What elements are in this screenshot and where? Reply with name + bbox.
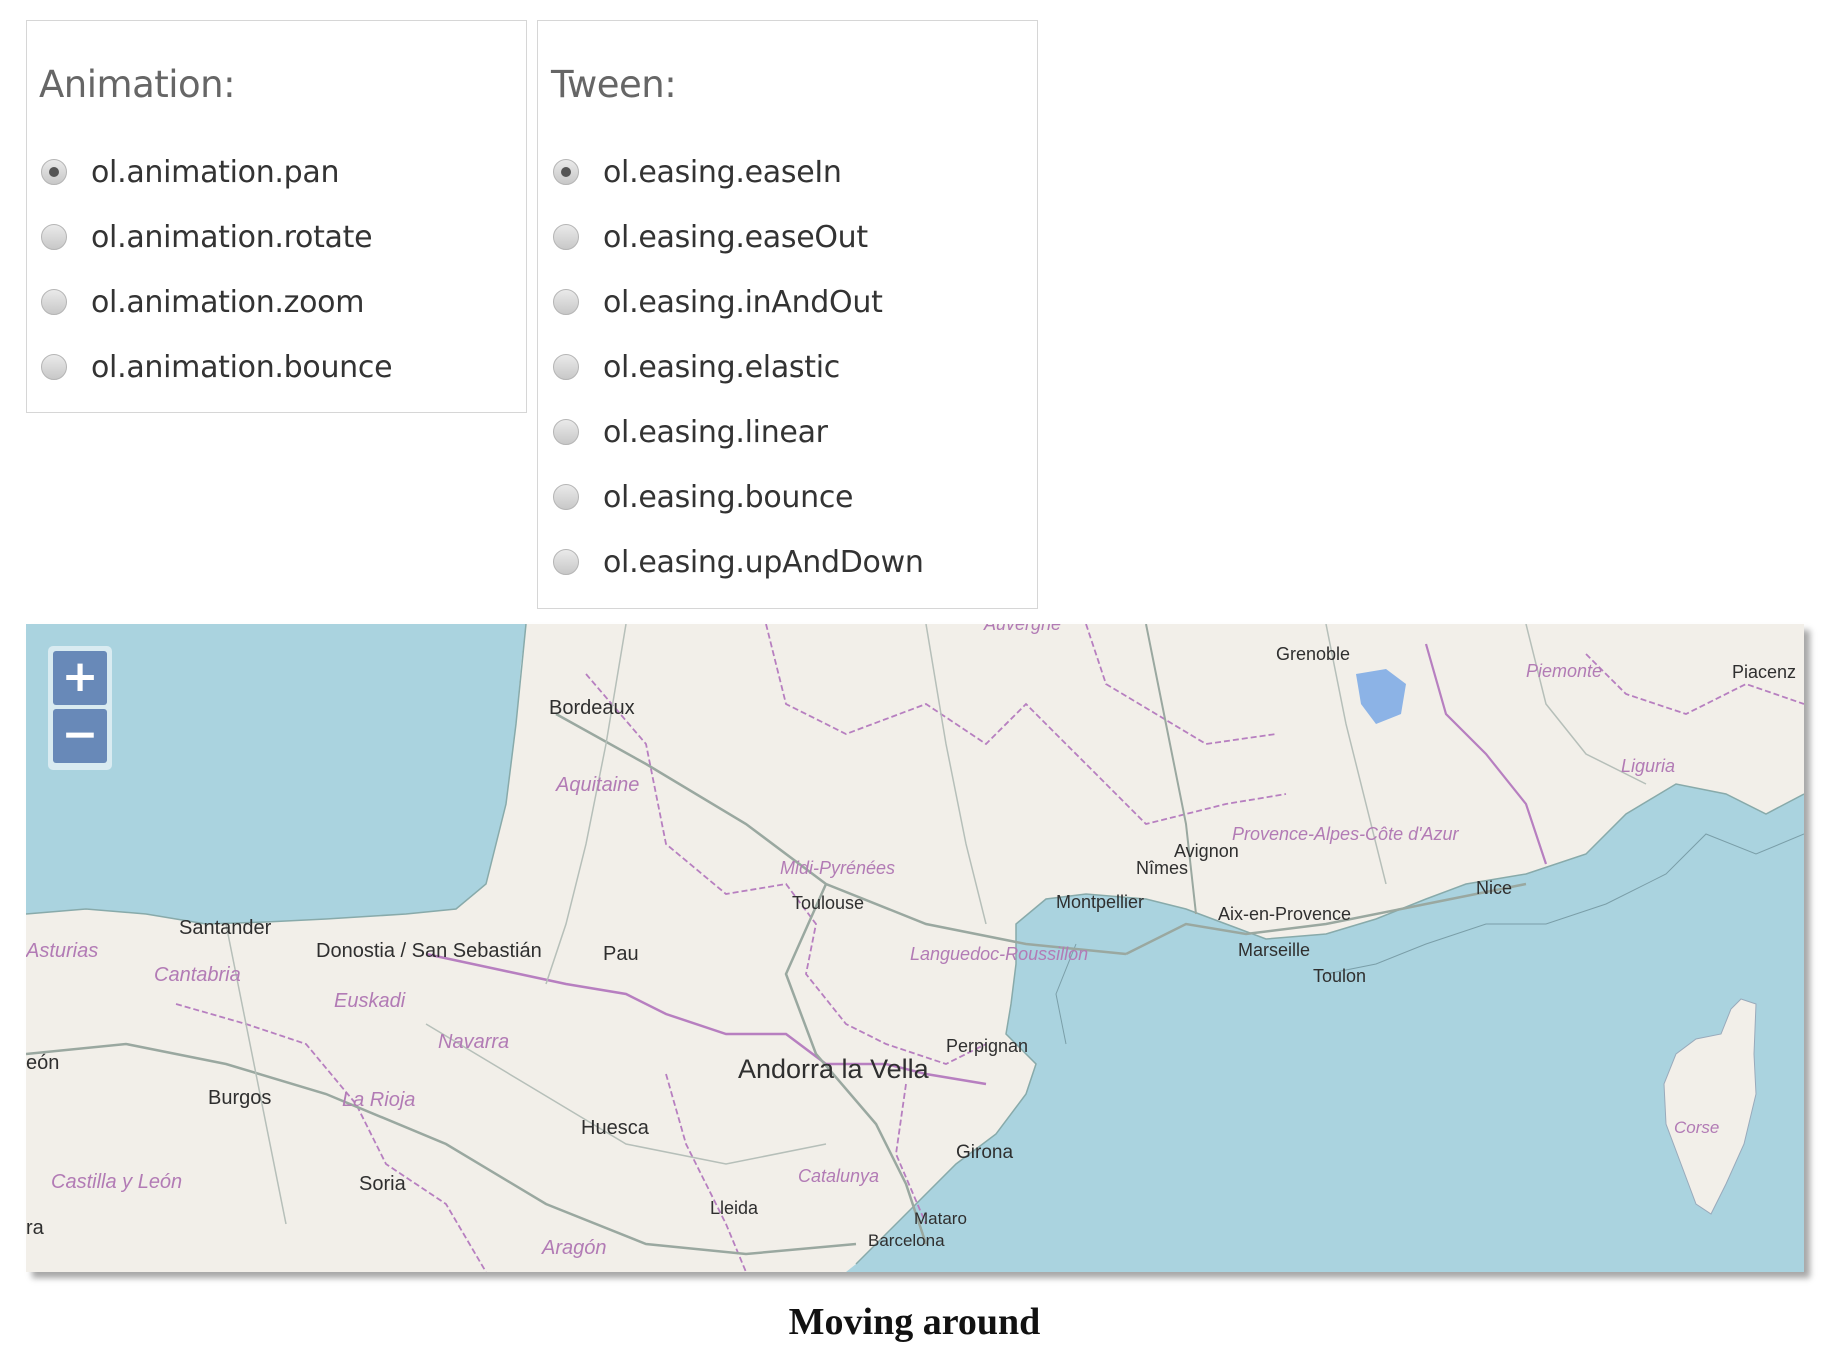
region-label: Midi-Pyrénées: [780, 858, 895, 878]
city-label: Toulon: [1313, 966, 1366, 986]
radio-easing-bounce[interactable]: [553, 484, 579, 510]
city-label: Andorra la Vella: [738, 1054, 930, 1084]
figure-caption: Moving around: [788, 1301, 1041, 1343]
region-label: Liguria: [1621, 756, 1675, 776]
city-label: Montpellier: [1056, 892, 1144, 912]
radio-easing-elastic[interactable]: [553, 354, 579, 380]
radio-easing-easein[interactable]: [553, 159, 579, 185]
city-label: Bordeaux: [549, 697, 635, 719]
option-label: ol.animation.bounce: [91, 349, 393, 385]
city-label: Lleida: [710, 1198, 759, 1218]
map-viewport[interactable]: Grenoble Piacenz Bordeaux Avignon Nîmes …: [26, 624, 1804, 1272]
city-label: Nîmes: [1136, 858, 1188, 878]
city-label: Piacenz: [1732, 662, 1796, 682]
region-label: Corse: [1674, 1118, 1719, 1137]
radio-easing-upanddown[interactable]: [553, 549, 579, 575]
region-label: Asturias: [26, 940, 98, 962]
option-label: ol.easing.upAndDown: [603, 544, 924, 580]
zoom-in-button[interactable]: +: [53, 651, 107, 705]
option-label: ol.animation.zoom: [91, 284, 365, 320]
radio-animation-rotate[interactable]: [41, 224, 67, 250]
city-label: Aix-en-Provence: [1218, 904, 1351, 924]
city-label: Donostia / San Sebastián: [316, 940, 542, 962]
radio-animation-bounce[interactable]: [41, 354, 67, 380]
region-label: Euskadi: [334, 990, 406, 1012]
city-label: Santander: [179, 917, 272, 939]
region-label: Languedoc-Roussillon: [910, 944, 1088, 964]
option-label: ol.easing.bounce: [603, 479, 854, 515]
city-label: Girona: [956, 1142, 1013, 1163]
region-label: Provence-Alpes-Côte d'Azur: [1232, 824, 1460, 844]
region-label: Aragón: [541, 1237, 607, 1259]
zoom-out-button[interactable]: −: [53, 709, 107, 763]
radio-easing-linear[interactable]: [553, 419, 579, 445]
region-label: Piemonte: [1526, 661, 1602, 681]
region-label: Cantabria: [154, 964, 241, 986]
region-label: La Rioja: [342, 1089, 415, 1111]
radio-animation-pan[interactable]: [41, 159, 67, 185]
city-label: eón: [26, 1052, 59, 1074]
option-label: ol.easing.inAndOut: [603, 284, 883, 320]
option-label: ol.animation.pan: [91, 154, 340, 190]
city-label: Toulouse: [792, 893, 864, 913]
option-label: ol.easing.linear: [603, 414, 828, 450]
city-label: Burgos: [208, 1087, 271, 1109]
animation-panel: Animation: ol.animation.pan ol.animation…: [26, 20, 527, 413]
region-label: Aquitaine: [555, 774, 639, 796]
map-canvas[interactable]: Grenoble Piacenz Bordeaux Avignon Nîmes …: [26, 624, 1804, 1272]
region-label: Navarra: [438, 1031, 509, 1053]
radio-animation-zoom[interactable]: [41, 289, 67, 315]
city-label: Perpignan: [946, 1036, 1028, 1056]
city-label: ra: [26, 1217, 45, 1239]
city-label: Marseille: [1238, 940, 1310, 960]
city-label: Soria: [359, 1173, 407, 1195]
radio-easing-inandout[interactable]: [553, 289, 579, 315]
option-label: ol.easing.easeIn: [603, 154, 842, 190]
city-label: Pau: [603, 943, 639, 965]
region-label: Auvergne: [983, 624, 1061, 634]
region-label: Castilla y León: [51, 1171, 182, 1193]
land-corsica: [1663, 998, 1757, 1215]
city-label: Huesca: [581, 1117, 650, 1139]
option-label: ol.easing.easeOut: [603, 219, 868, 255]
option-label: ol.animation.rotate: [91, 219, 373, 255]
city-label: Barcelona: [868, 1231, 945, 1250]
option-label: ol.easing.elastic: [603, 349, 840, 385]
tween-title: Tween:: [551, 63, 677, 106]
radio-easing-easeout[interactable]: [553, 224, 579, 250]
tween-panel: Tween: ol.easing.easeIn ol.easing.easeOu…: [537, 20, 1038, 609]
animation-title: Animation:: [39, 63, 236, 106]
city-label: Nice: [1476, 878, 1512, 898]
region-label: Catalunya: [798, 1166, 879, 1186]
zoom-control: + −: [48, 646, 112, 770]
city-label: Mataro: [914, 1209, 967, 1228]
city-label: Grenoble: [1276, 644, 1350, 664]
